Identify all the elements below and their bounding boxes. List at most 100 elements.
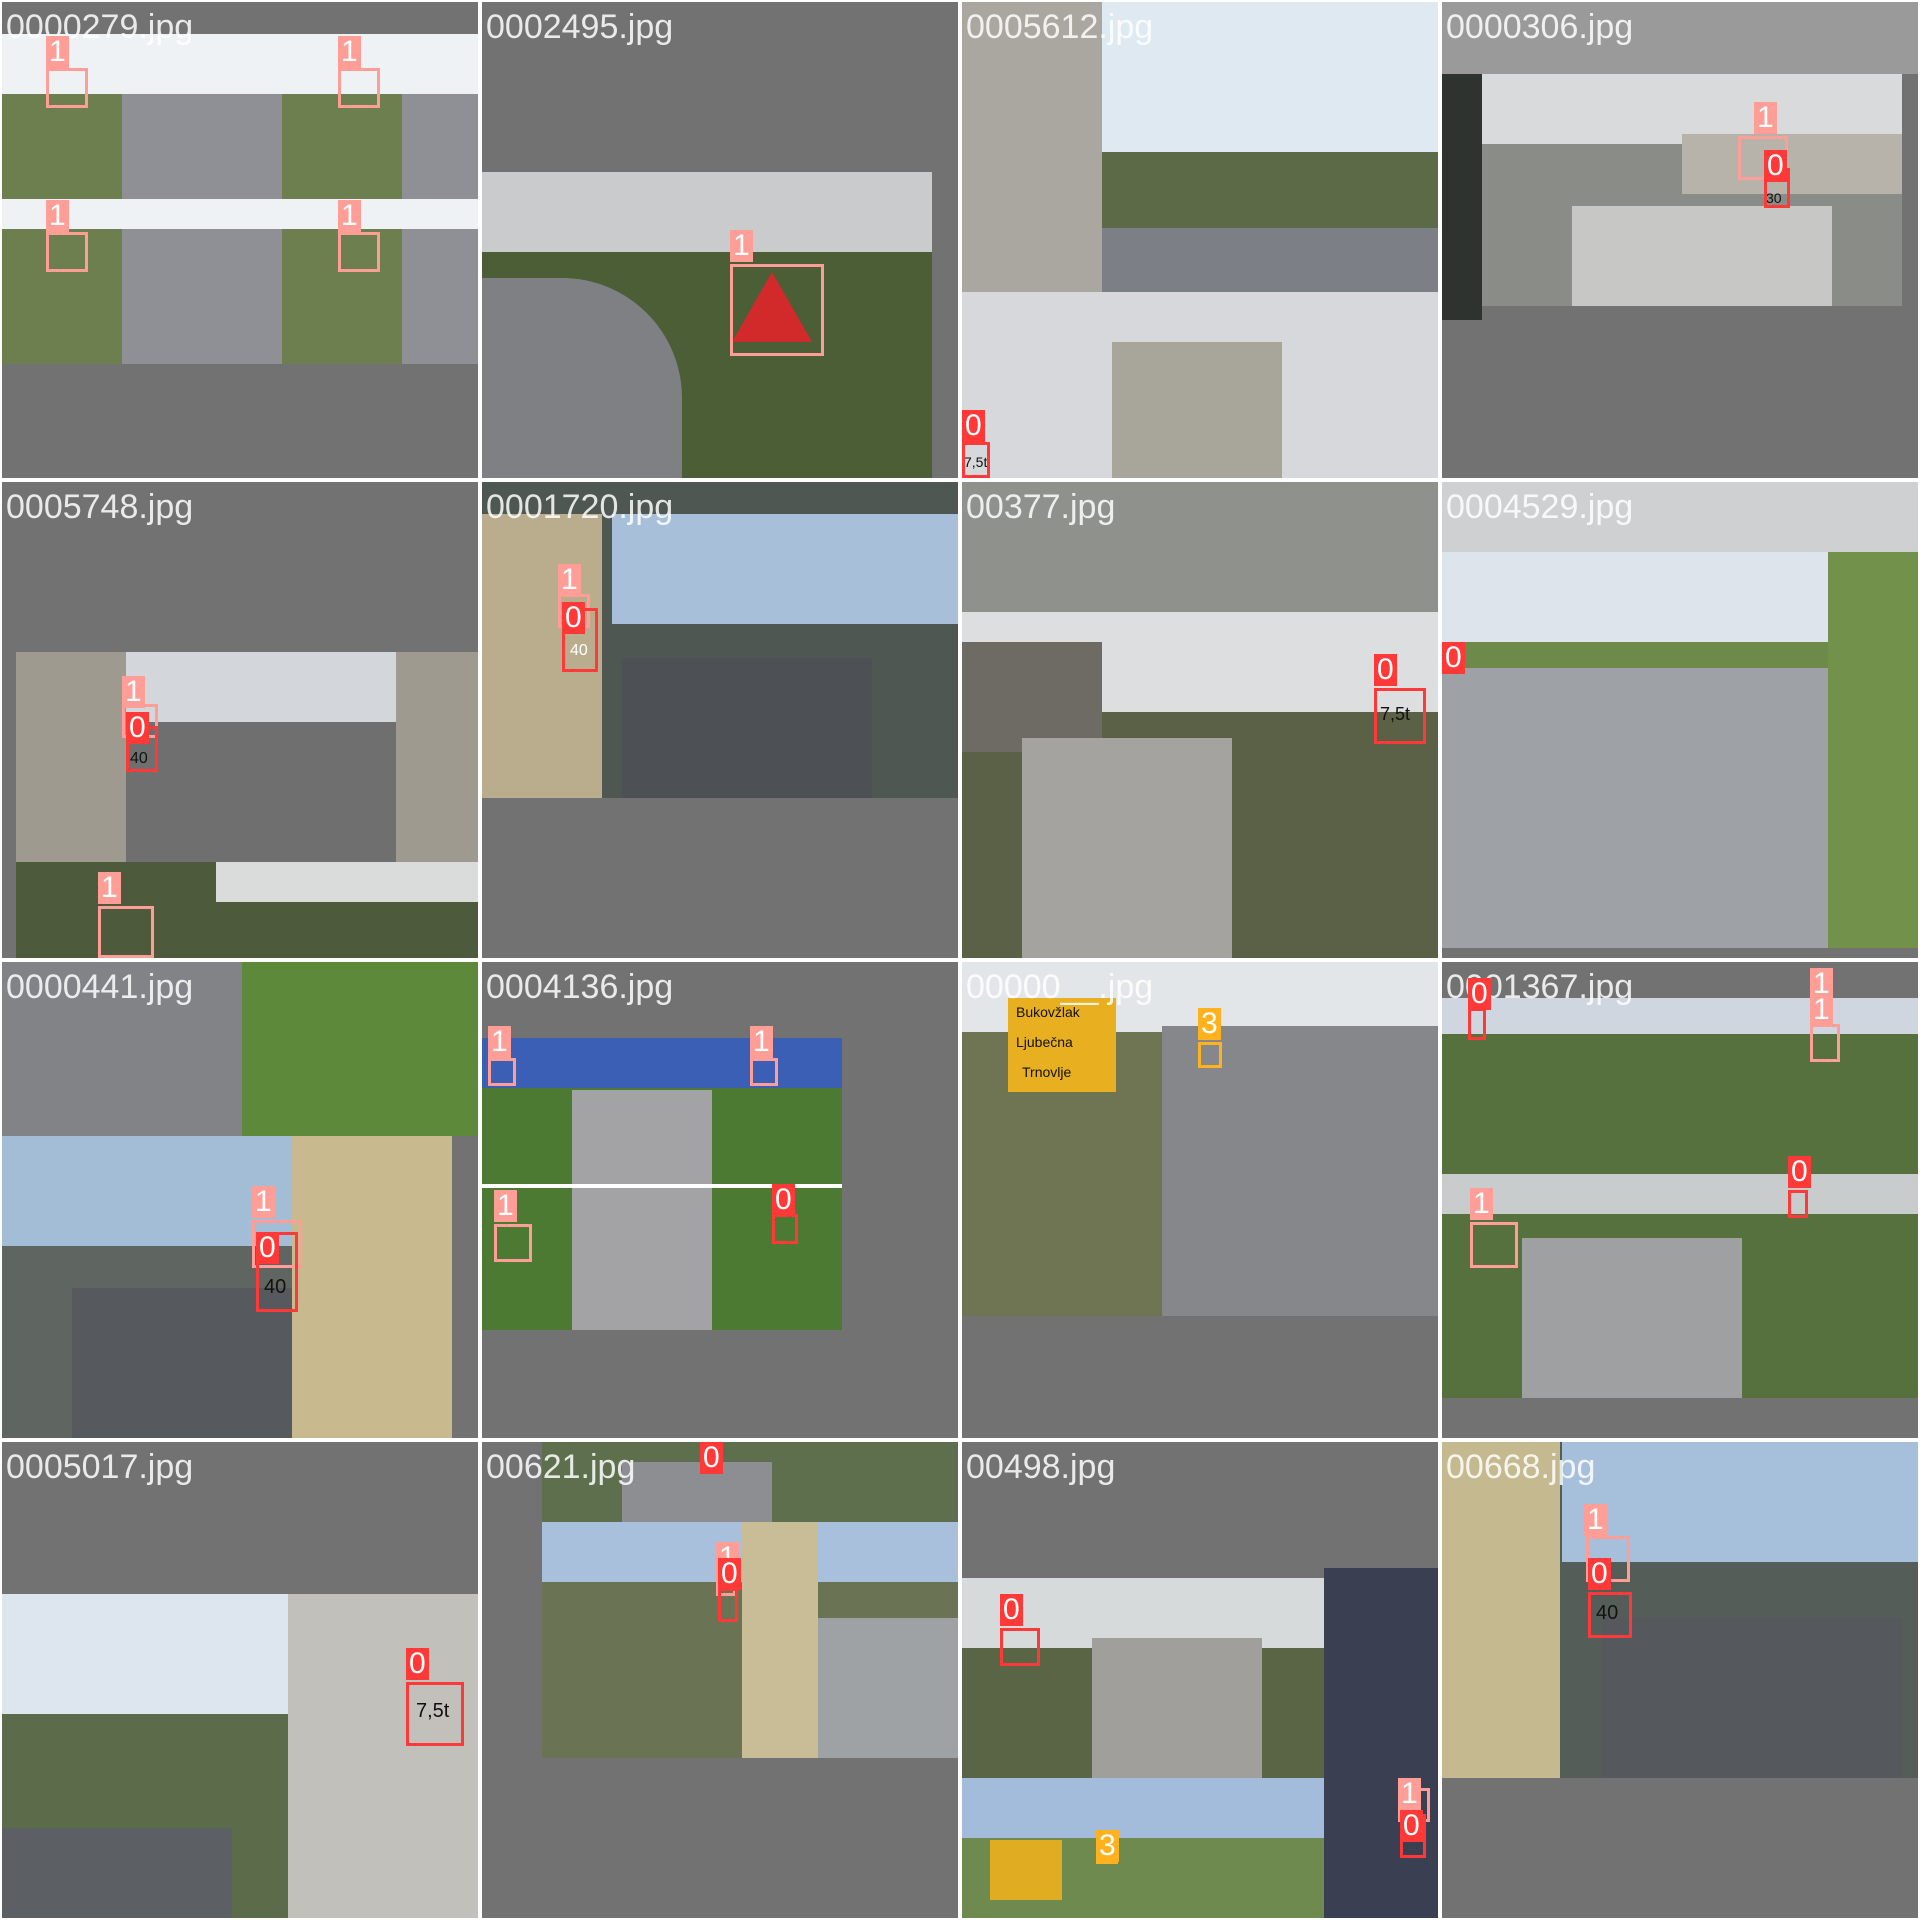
detection-label: 1	[1584, 1504, 1607, 1536]
road-photo	[1442, 998, 1918, 1398]
detection-label: 3	[1096, 1830, 1119, 1862]
detection-label: 1	[1398, 1778, 1421, 1810]
detection-label: 0	[1764, 150, 1787, 182]
detection-label: 0	[1000, 1594, 1023, 1626]
mosaic-tile: 0002495.jpg 1	[482, 2, 958, 478]
detection-box	[730, 264, 824, 356]
tile-filename: 0004136.jpg	[486, 968, 674, 1006]
detection-box	[1198, 1042, 1222, 1068]
detection-label: 1	[252, 1186, 275, 1218]
detection-box	[488, 1058, 516, 1086]
detection-label: 1	[750, 1026, 773, 1058]
tile-filename: 0000441.jpg	[6, 968, 194, 1006]
detection-box	[772, 1214, 798, 1244]
mosaic-tile: 0001720.jpg 1 0 40	[482, 482, 958, 958]
detection-box	[338, 68, 380, 108]
detection-label: 1	[338, 200, 361, 232]
tile-filename: 0001720.jpg	[486, 488, 674, 526]
detection-label: 1	[46, 200, 69, 232]
mosaic-tile: 0000306.jpg 1 0 30	[1442, 2, 1918, 478]
tile-filename: 00621.jpg	[486, 1448, 636, 1486]
road-photo	[482, 482, 958, 798]
detection-box	[718, 1588, 738, 1622]
road-photo	[16, 652, 478, 862]
road-photo	[2, 1136, 452, 1438]
mosaic-tile: 0005612.jpg 0 7,5t	[962, 2, 1438, 478]
road-photo	[962, 612, 1438, 958]
detection-box	[1374, 688, 1426, 744]
detection-label: 0	[126, 712, 149, 744]
road-photo	[1828, 552, 1918, 948]
detection-label: 0	[256, 1232, 279, 1264]
road-photo	[2, 1594, 478, 1918]
detection-box	[98, 906, 154, 958]
direction-sign	[990, 1840, 1062, 1900]
tile-filename: 00498.jpg	[966, 1448, 1116, 1486]
detection-label: 1	[98, 872, 121, 904]
detection-box	[1810, 1024, 1840, 1062]
road-photo	[482, 172, 932, 478]
mosaic-tile: 0005748.jpg 1 0 40 1	[2, 482, 478, 958]
detection-label: 1	[122, 676, 145, 708]
detection-label: 1	[1470, 1188, 1493, 1220]
road-photo	[1482, 74, 1902, 306]
road-photo	[1324, 1568, 1438, 1918]
tile-filename: 0005748.jpg	[6, 488, 194, 526]
road-photo	[1442, 1442, 1918, 1778]
detection-box	[406, 1682, 464, 1746]
mosaic-tile: 00621.jpg 0 1 0	[482, 1442, 958, 1918]
detection-box	[494, 1224, 532, 1262]
detection-box	[750, 1058, 778, 1086]
mosaic-tile: 00000__.jpg Bukovžlak Ljubečna Trnovlje …	[962, 962, 1438, 1438]
mosaic-tile: 0000279.jpg 1 1 1 1	[2, 2, 478, 478]
detection-box	[1588, 1592, 1632, 1638]
road-photo	[1442, 74, 1482, 320]
detection-label: 1	[46, 36, 69, 68]
mosaic-tile: 0004136.jpg 1 1 1 0	[482, 962, 958, 1438]
tile-filename: 0002495.jpg	[486, 8, 674, 46]
detection-label: 0	[1400, 1810, 1423, 1842]
detection-box	[46, 232, 88, 272]
detection-label: 1	[1810, 994, 1833, 1026]
detection-label: 1	[730, 230, 753, 262]
road-photo	[542, 1522, 958, 1758]
tile-filename: 0000306.jpg	[1446, 8, 1634, 46]
sign-text: Trnovlje	[1022, 1064, 1072, 1080]
detection-box	[1788, 1190, 1808, 1218]
tile-filename: 0004529.jpg	[1446, 488, 1634, 526]
detection-label: 0	[406, 1648, 429, 1680]
tile-filename: 0005017.jpg	[6, 1448, 194, 1486]
mosaic-tile: 0005017.jpg 0 7,5t	[2, 1442, 478, 1918]
detection-box	[1000, 1628, 1040, 1666]
mosaic-tile: 0000441.jpg 1 0 40	[2, 962, 478, 1438]
detection-label: 1	[1754, 102, 1777, 134]
road-photo	[962, 2, 1438, 478]
detection-box	[1470, 1222, 1518, 1268]
tile-filename: 0000279.jpg	[6, 8, 194, 46]
detection-label: 0	[1442, 642, 1465, 674]
detection-label: 0	[700, 1442, 723, 1474]
detection-label: 0	[1788, 1156, 1811, 1188]
detection-label: 0	[1588, 1558, 1611, 1590]
mosaic-tile: 00498.jpg 0 3 1 0	[962, 1442, 1438, 1918]
mosaic-tile: 00377.jpg 0 7,5t	[962, 482, 1438, 958]
detection-label: 1	[494, 1190, 517, 1222]
detection-box	[962, 442, 990, 478]
detection-label: 0	[562, 602, 585, 634]
detection-label: 1	[338, 36, 361, 68]
detection-label: 1	[488, 1026, 511, 1058]
tile-filename: 00668.jpg	[1446, 1448, 1596, 1486]
detection-label: 0	[772, 1184, 795, 1216]
road-photo	[16, 862, 478, 958]
detection-label: 0	[1468, 978, 1491, 1010]
sign-text: Ljubečna	[1016, 1034, 1073, 1050]
mosaic-tile: 0004529.jpg 0	[1442, 482, 1918, 958]
detection-label: 0	[1374, 654, 1397, 686]
mosaic-tile: 0001367.jpg 0 1 1 1 0	[1442, 962, 1918, 1438]
mosaic-tile: 00668.jpg 1 0 40	[1442, 1442, 1918, 1918]
detection-box	[338, 232, 380, 272]
detection-label: 1	[558, 564, 581, 596]
detection-box	[46, 68, 88, 108]
tile-filename: 0005612.jpg	[966, 8, 1154, 46]
tile-filename: 00000__.jpg	[966, 968, 1154, 1006]
